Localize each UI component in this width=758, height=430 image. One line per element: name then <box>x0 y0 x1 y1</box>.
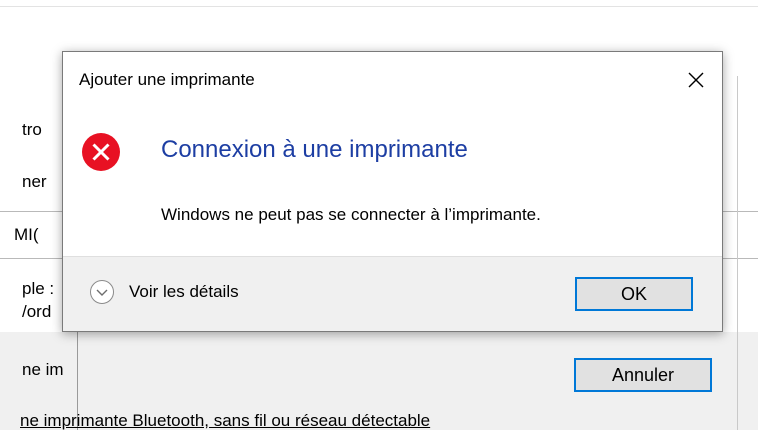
dialog-footer: Voir les détails OK <box>63 256 722 331</box>
wizard-link-bluetooth-printer[interactable]: ne imprimante Bluetooth, sans fil ou rés… <box>20 411 430 430</box>
chevron-down-icon <box>90 280 114 304</box>
wizard-text-fragment: tro <box>22 120 42 139</box>
show-details-toggle[interactable]: Voir les détails <box>89 279 239 305</box>
wizard-option-text[interactable]: ple : <box>22 279 54 299</box>
error-dialog: Ajouter une imprimante Connexion à une i… <box>62 51 723 332</box>
wizard-option-text[interactable]: ne im <box>22 360 64 380</box>
close-button[interactable] <box>682 66 710 94</box>
error-message: Windows ne peut pas se connecter à l’imp… <box>161 205 541 224</box>
screen: tro ner MI( ple : /ord ne im ne impriman… <box>0 0 758 430</box>
main-instruction: Connexion à une imprimante <box>161 136 468 163</box>
wizard-text-fragment: ner <box>22 172 47 191</box>
list-separator <box>723 211 758 212</box>
dialog-title: Ajouter une imprimante <box>79 70 255 89</box>
window-top-border <box>0 6 758 7</box>
list-separator <box>0 258 62 259</box>
dialog-body: Connexion à une imprimante Windows ne pe… <box>63 108 722 256</box>
wizard-panel-edge <box>737 76 738 430</box>
wizard-list-item-printer[interactable]: MI( <box>14 225 62 245</box>
error-icon <box>82 133 120 171</box>
dialog-titlebar[interactable]: Ajouter une imprimante <box>63 52 722 108</box>
list-separator <box>0 211 62 212</box>
cancel-button[interactable]: Annuler <box>574 358 712 392</box>
wizard-option-text[interactable]: /ord <box>22 302 51 322</box>
list-separator <box>723 258 758 259</box>
show-details-label: Voir les détails <box>129 282 239 301</box>
close-icon <box>688 72 704 88</box>
ok-button[interactable]: OK <box>575 277 693 311</box>
